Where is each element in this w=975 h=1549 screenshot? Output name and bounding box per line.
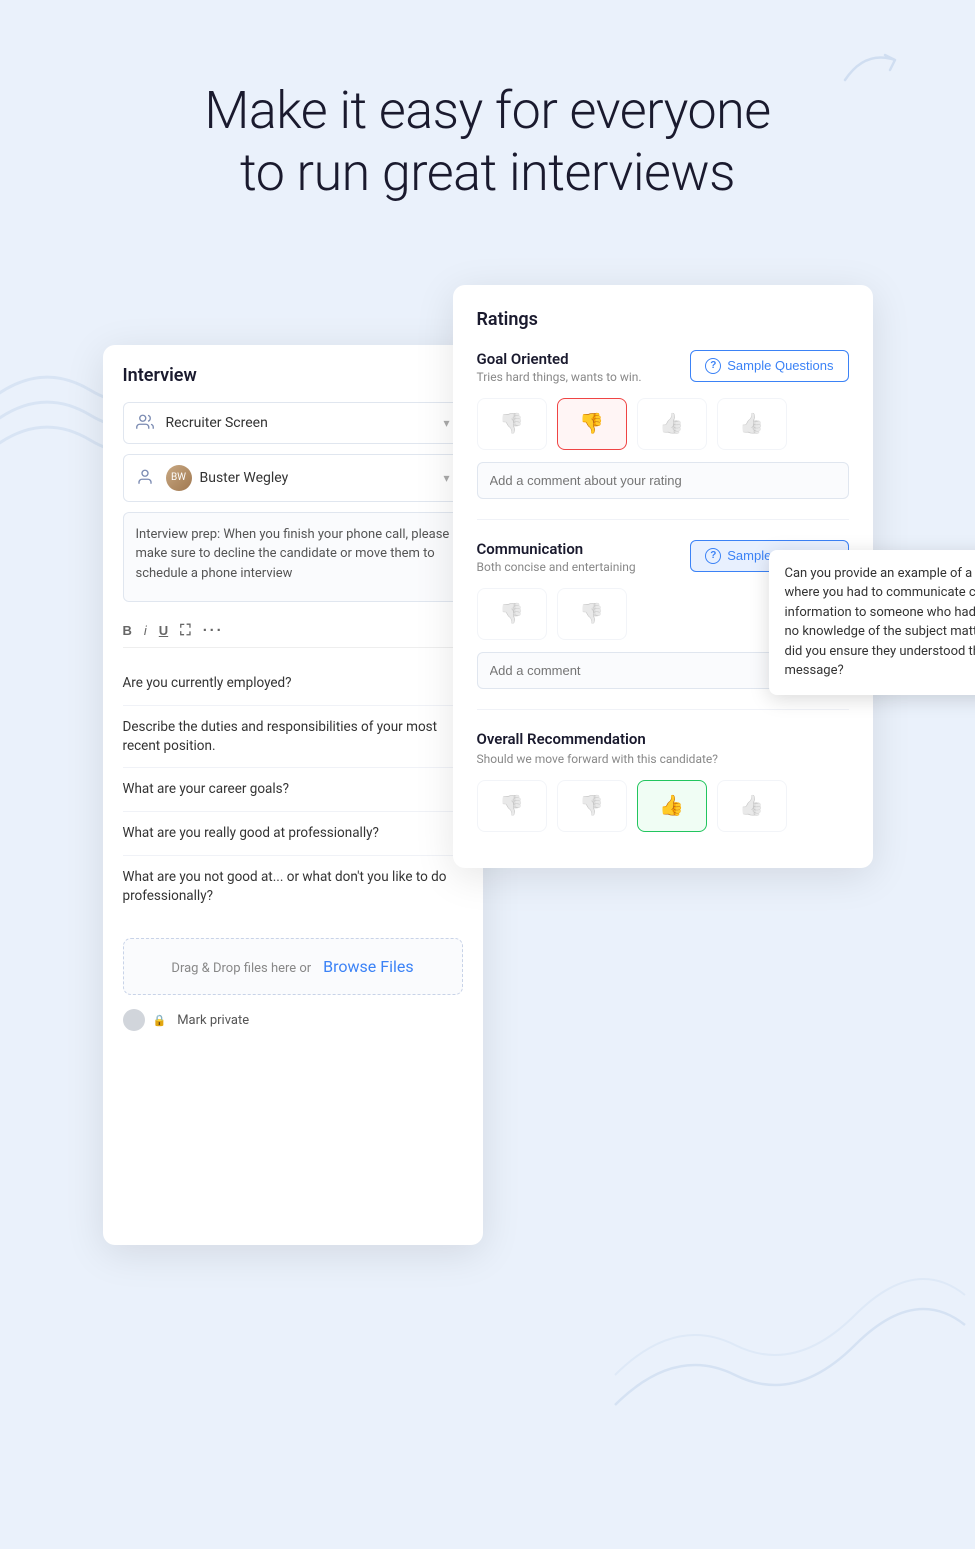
bold-button[interactable]: B [123,623,132,638]
text-toolbar: B i U ⛶ ··· [123,614,463,648]
rating-btn-3[interactable]: 👍 [637,398,707,450]
hero-section: Make it easy for everyone to run great i… [0,0,975,265]
chevron-icon: ▾ [443,416,449,430]
recruiter-label: Recruiter Screen [166,415,444,431]
person-icon [136,468,156,488]
rating-label-group: Goal Oriented Tries hard things, wants t… [477,350,642,384]
question-icon-comm: ? [705,548,721,564]
sample-question-tooltip: Can you provide an example of a situatio… [769,550,975,695]
bg-wave-bottom [595,1245,975,1449]
overall-btn-2[interactable]: 👎 [557,780,627,832]
goal-label: Goal Oriented [477,350,642,368]
rating-buttons-overall: 👎 👎 👍 👍 [477,780,849,832]
deco-arrow [835,40,915,94]
question-icon: ? [705,358,721,374]
overall-sublabel: Should we move forward with this candida… [477,752,849,766]
list-item: Are you currently employed? [123,662,463,706]
rating-label-group-comm: Communication Both concise and entertain… [477,540,636,574]
rating-btn-comm-1[interactable]: 👎 [477,588,547,640]
overall-label: Overall Recommendation [477,730,849,748]
expand-button[interactable]: ⛶ [180,622,191,639]
mark-private-label: Mark private [177,1013,249,1028]
question-list: Are you currently employed? Describe the… [123,662,463,918]
avatar: BW [166,465,192,491]
main-content: Interview Recruiter Screen ▾ [0,285,975,1245]
interviewer-field[interactable]: BW Buster Wegley ▾ [123,454,463,502]
interview-panel-title: Interview [123,365,463,386]
rating-btn-2[interactable]: 👎 [557,398,627,450]
comm-sublabel: Both concise and entertaining [477,560,636,574]
goal-comment-input[interactable] [477,462,849,499]
rating-btn-4[interactable]: 👍 [717,398,787,450]
recruiter-field[interactable]: Recruiter Screen ▾ [123,402,463,444]
privacy-toggle[interactable] [123,1009,145,1031]
overall-btn-1[interactable]: 👎 [477,780,547,832]
interview-notes[interactable]: Interview prep: When you finish your pho… [123,512,463,602]
italic-button[interactable]: i [144,623,147,638]
rating-btn-comm-2[interactable]: 👎 [557,588,627,640]
ratings-title: Ratings [477,309,849,330]
comm-label: Communication [477,540,636,558]
file-upload-area[interactable]: Drag & Drop files here or Browse Files [123,938,463,995]
chevron-icon-2: ▾ [443,471,449,485]
ratings-panel: Ratings Goal Oriented Tries hard things,… [453,285,873,868]
browse-files-button[interactable]: Browse Files [323,957,413,976]
more-button[interactable]: ··· [203,622,224,639]
interviewer-label: Buster Wegley [200,470,444,486]
list-item: What are you not good at... or what don'… [123,856,463,918]
list-item: Describe the duties and responsibilities… [123,706,463,769]
drag-drop-text: Drag & Drop files here or [171,961,311,976]
interview-panel: Interview Recruiter Screen ▾ [103,345,483,1245]
lock-icon: 🔒 [153,1014,167,1027]
overall-btn-4[interactable]: 👍 [717,780,787,832]
overall-recommendation-section: Overall Recommendation Should we move fo… [477,730,849,832]
avatar-face: BW [166,465,192,491]
rating-buttons-goal: 👎 👎 👍 👍 [477,398,849,450]
rating-header-goal: Goal Oriented Tries hard things, wants t… [477,350,849,384]
page-wrapper: Make it easy for everyone to run great i… [0,0,975,1549]
rating-btn-1[interactable]: 👎 [477,398,547,450]
rating-buttons-comm: 👎 👎 Can you provide an example of a situ… [477,588,849,640]
list-item: What are your career goals? [123,768,463,812]
sample-questions-btn-goal[interactable]: ? Sample Questions [690,350,848,382]
communication-section: Communication Both concise and entertain… [477,540,849,710]
underline-button[interactable]: U [159,623,168,638]
overall-btn-3[interactable]: 👍 [637,780,707,832]
goal-oriented-section: Goal Oriented Tries hard things, wants t… [477,350,849,520]
mark-private-row: 🔒 Mark private [123,1009,463,1031]
hero-title: Make it easy for everyone to run great i… [60,80,915,205]
users-icon [136,413,156,433]
goal-sublabel: Tries hard things, wants to win. [477,370,642,384]
list-item: What are you really good at professional… [123,812,463,856]
